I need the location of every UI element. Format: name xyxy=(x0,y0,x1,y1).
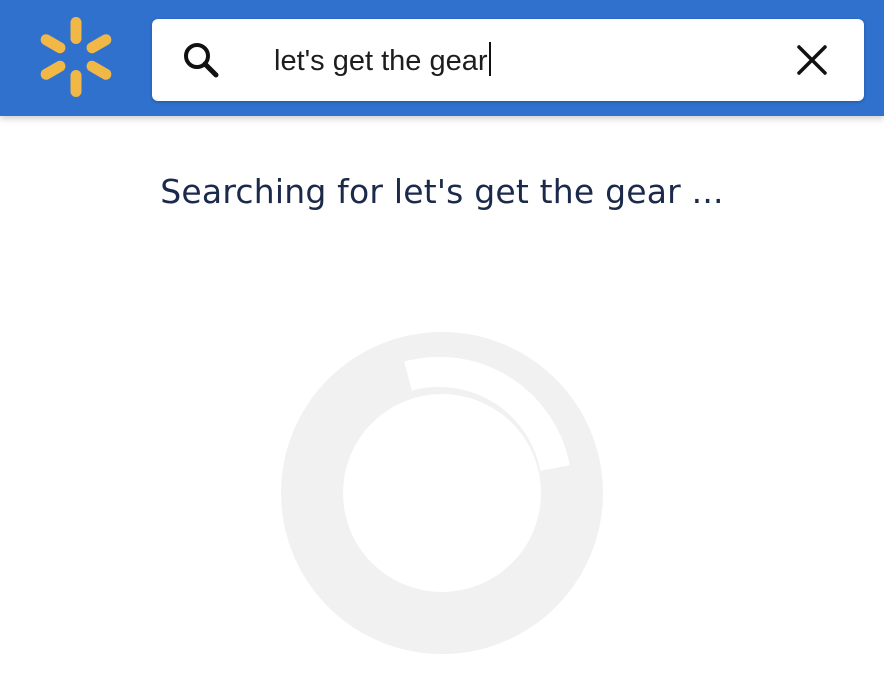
search-icon[interactable] xyxy=(182,41,220,79)
search-input-value: let's get the gear xyxy=(274,45,488,77)
search-input[interactable]: let's get the gear xyxy=(274,38,491,84)
clear-search-button[interactable] xyxy=(788,39,836,81)
walmart-spark-icon[interactable] xyxy=(36,17,116,97)
app-header: let's get the gear xyxy=(0,0,884,116)
search-bar[interactable]: let's get the gear xyxy=(152,19,864,101)
text-caret xyxy=(488,42,491,76)
search-status-message: Searching for let's get the gear ... xyxy=(160,172,724,211)
close-icon xyxy=(797,45,827,75)
loading-spinner-icon xyxy=(281,332,603,654)
